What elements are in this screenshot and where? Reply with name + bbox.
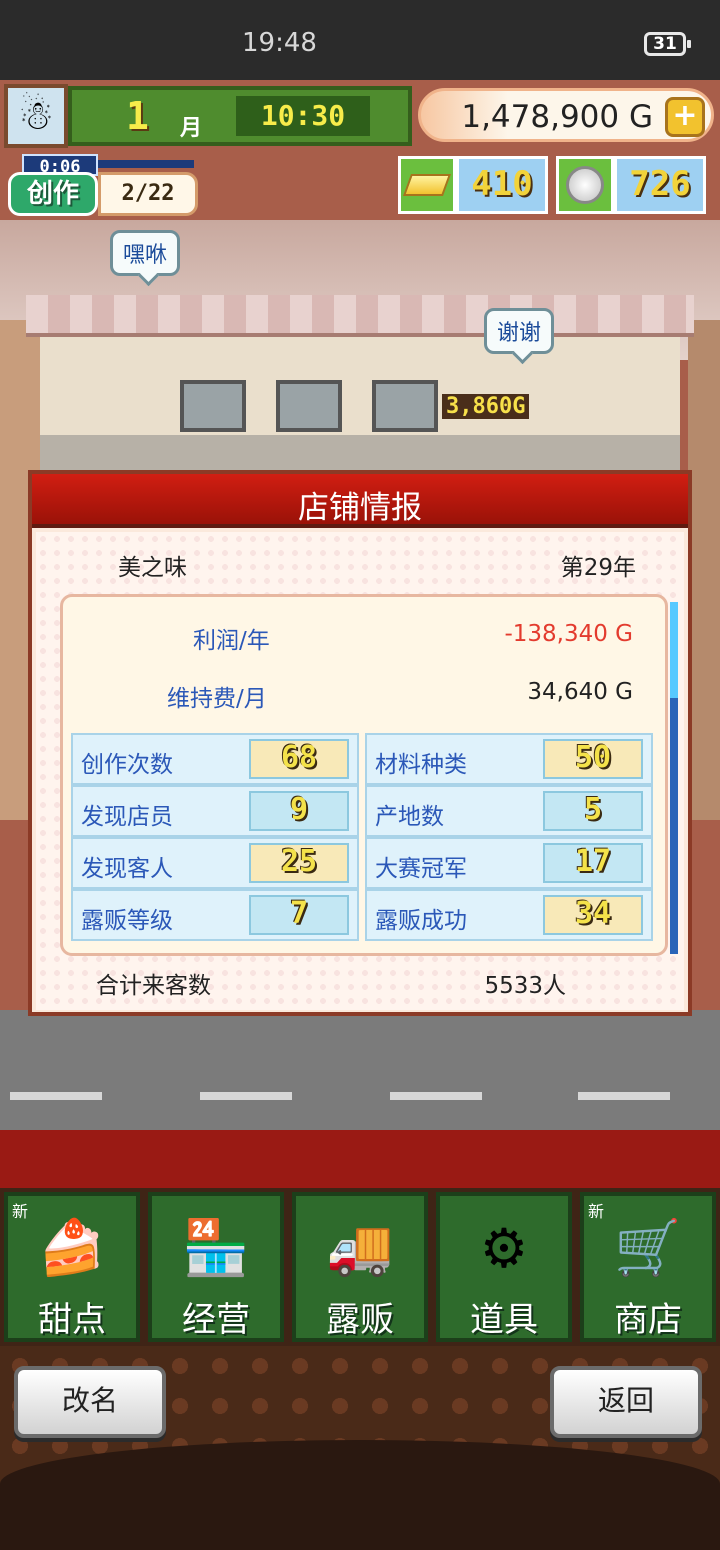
street bbox=[0, 1010, 720, 1130]
snowman-avatar-icon[interactable]: ☃ bbox=[4, 84, 68, 148]
status-time: 19:48 bbox=[242, 28, 317, 58]
add-money-button[interactable]: + bbox=[665, 97, 705, 137]
scrollbar-thumb[interactable] bbox=[670, 602, 678, 698]
shop-awning bbox=[26, 295, 694, 337]
menu-management[interactable]: 🏪 经营 bbox=[148, 1192, 284, 1342]
money-amount: 1,478,900 G bbox=[461, 99, 653, 135]
shop-icon: 🏪 bbox=[182, 1216, 250, 1279]
calendar-display: 1 月 10:30 bbox=[68, 86, 412, 146]
gold-bar-resource[interactable]: 410 bbox=[398, 156, 548, 214]
medal-icon bbox=[556, 156, 614, 214]
total-customers-value: 5533人 bbox=[484, 973, 566, 999]
clock-display: 10:30 bbox=[236, 96, 370, 136]
menu-food-truck[interactable]: 🚚 露贩 bbox=[292, 1192, 428, 1342]
stat-cell: 大赛冠军 17 bbox=[365, 837, 653, 889]
stat-value: 17 bbox=[543, 843, 643, 883]
oven bbox=[180, 380, 246, 432]
stat-value: 34 bbox=[543, 895, 643, 935]
dialog-body: 美之味 第29年 利润/年 -138,340 G 维持费/月 34,640 G … bbox=[36, 532, 684, 1010]
shop-info-dialog: 店铺情报 美之味 第29年 利润/年 -138,340 G 维持费/月 34,6… bbox=[28, 470, 692, 1016]
month-unit: 月 bbox=[180, 116, 203, 141]
stat-value: 7 bbox=[249, 895, 349, 935]
stats-panel[interactable]: 利润/年 -138,340 G 维持费/月 34,640 G 创作次数 68 材… bbox=[60, 594, 668, 956]
rename-button[interactable]: 改名 bbox=[14, 1366, 166, 1438]
stat-label: 发现客人 bbox=[81, 856, 173, 882]
earned-amount: 3,860G bbox=[442, 394, 530, 419]
back-button[interactable]: 返回 bbox=[550, 1366, 702, 1438]
stat-cell: 发现客人 25 bbox=[71, 837, 359, 889]
dialog-header: 店铺情报 bbox=[32, 474, 688, 528]
shop-counter bbox=[40, 435, 680, 475]
stat-cell: 露贩等级 7 bbox=[71, 889, 359, 941]
medal-resource[interactable]: 726 bbox=[556, 156, 706, 214]
profit-label: 利润/年 bbox=[193, 628, 270, 654]
cart-icon: 🛒 bbox=[614, 1216, 682, 1279]
menu-label: 道具 bbox=[470, 1300, 538, 1340]
stat-label: 发现店员 bbox=[81, 804, 173, 830]
upkeep-value: 34,640 G bbox=[527, 679, 633, 705]
stat-value: 68 bbox=[249, 739, 349, 779]
cake-icon: 🍰 bbox=[38, 1216, 106, 1279]
menu-items[interactable]: ⚙ 道具 bbox=[436, 1192, 572, 1342]
stat-cell: 发现店员 9 bbox=[71, 785, 359, 837]
dialog-title: 店铺情报 bbox=[298, 490, 422, 526]
stat-label: 材料种类 bbox=[375, 752, 467, 778]
stat-label: 创作次数 bbox=[81, 752, 173, 778]
menu-label: 经营 bbox=[182, 1300, 250, 1340]
create-count: 2/22 bbox=[98, 172, 198, 216]
menu-label: 商店 bbox=[614, 1300, 682, 1340]
stat-label: 产地数 bbox=[375, 804, 444, 830]
battery-icon: 31 bbox=[644, 32, 691, 56]
stat-value: 5 bbox=[543, 791, 643, 831]
create-status[interactable]: 0:06 创作 2/22 bbox=[8, 154, 198, 216]
stat-label: 露贩成功 bbox=[375, 908, 467, 934]
stat-cell: 露贩成功 34 bbox=[365, 889, 653, 941]
items-icon: ⚙ bbox=[479, 1216, 529, 1280]
gold-bar-icon bbox=[398, 156, 456, 214]
gold-bar-count: 410 bbox=[456, 156, 548, 214]
menu-band bbox=[0, 1130, 720, 1188]
stat-cell: 材料种类 50 bbox=[365, 733, 653, 785]
stat-value: 9 bbox=[249, 791, 349, 831]
total-customers-label: 合计来客数 bbox=[96, 973, 211, 999]
stat-label: 大赛冠军 bbox=[375, 856, 467, 882]
speech-bubble: 嘿咻 bbox=[110, 230, 181, 276]
oven bbox=[372, 380, 438, 432]
stat-label: 露贩等级 bbox=[81, 908, 173, 934]
profit-value: -138,340 G bbox=[504, 621, 633, 647]
menu-label: 甜点 bbox=[38, 1300, 106, 1340]
scrollbar[interactable] bbox=[670, 602, 678, 954]
shop-name: 美之味 bbox=[118, 555, 187, 581]
status-bar: 19:48 31 bbox=[0, 0, 720, 80]
upkeep-label: 维持费/月 bbox=[167, 686, 267, 712]
stat-value: 25 bbox=[249, 843, 349, 883]
stat-cell: 创作次数 68 bbox=[71, 733, 359, 785]
stat-cell: 产地数 5 bbox=[365, 785, 653, 837]
stat-value: 50 bbox=[543, 739, 643, 779]
menu-store[interactable]: 新 🛒 商店 bbox=[580, 1192, 716, 1342]
shop-year: 第29年 bbox=[560, 555, 636, 581]
oven bbox=[276, 380, 342, 432]
menu-desserts[interactable]: 新 🍰 甜点 bbox=[4, 1192, 140, 1342]
stats-grid: 创作次数 68 材料种类 50 发现店员 9 产地数 5 发现客人 25 大赛冠… bbox=[71, 733, 655, 943]
month-value: 1 bbox=[126, 94, 149, 138]
create-label: 创作 bbox=[8, 172, 98, 216]
food-truck-icon: 🚚 bbox=[326, 1216, 394, 1279]
speech-bubble: 谢谢 bbox=[484, 308, 555, 354]
money-display: 1,478,900 G + bbox=[418, 88, 714, 142]
medal-count: 726 bbox=[614, 156, 706, 214]
menu-label: 露贩 bbox=[326, 1300, 394, 1340]
bottom-menu: 新 🍰 甜点 🏪 经营 🚚 露贩 ⚙ 道具 新 🛒 商店 bbox=[0, 1188, 720, 1346]
